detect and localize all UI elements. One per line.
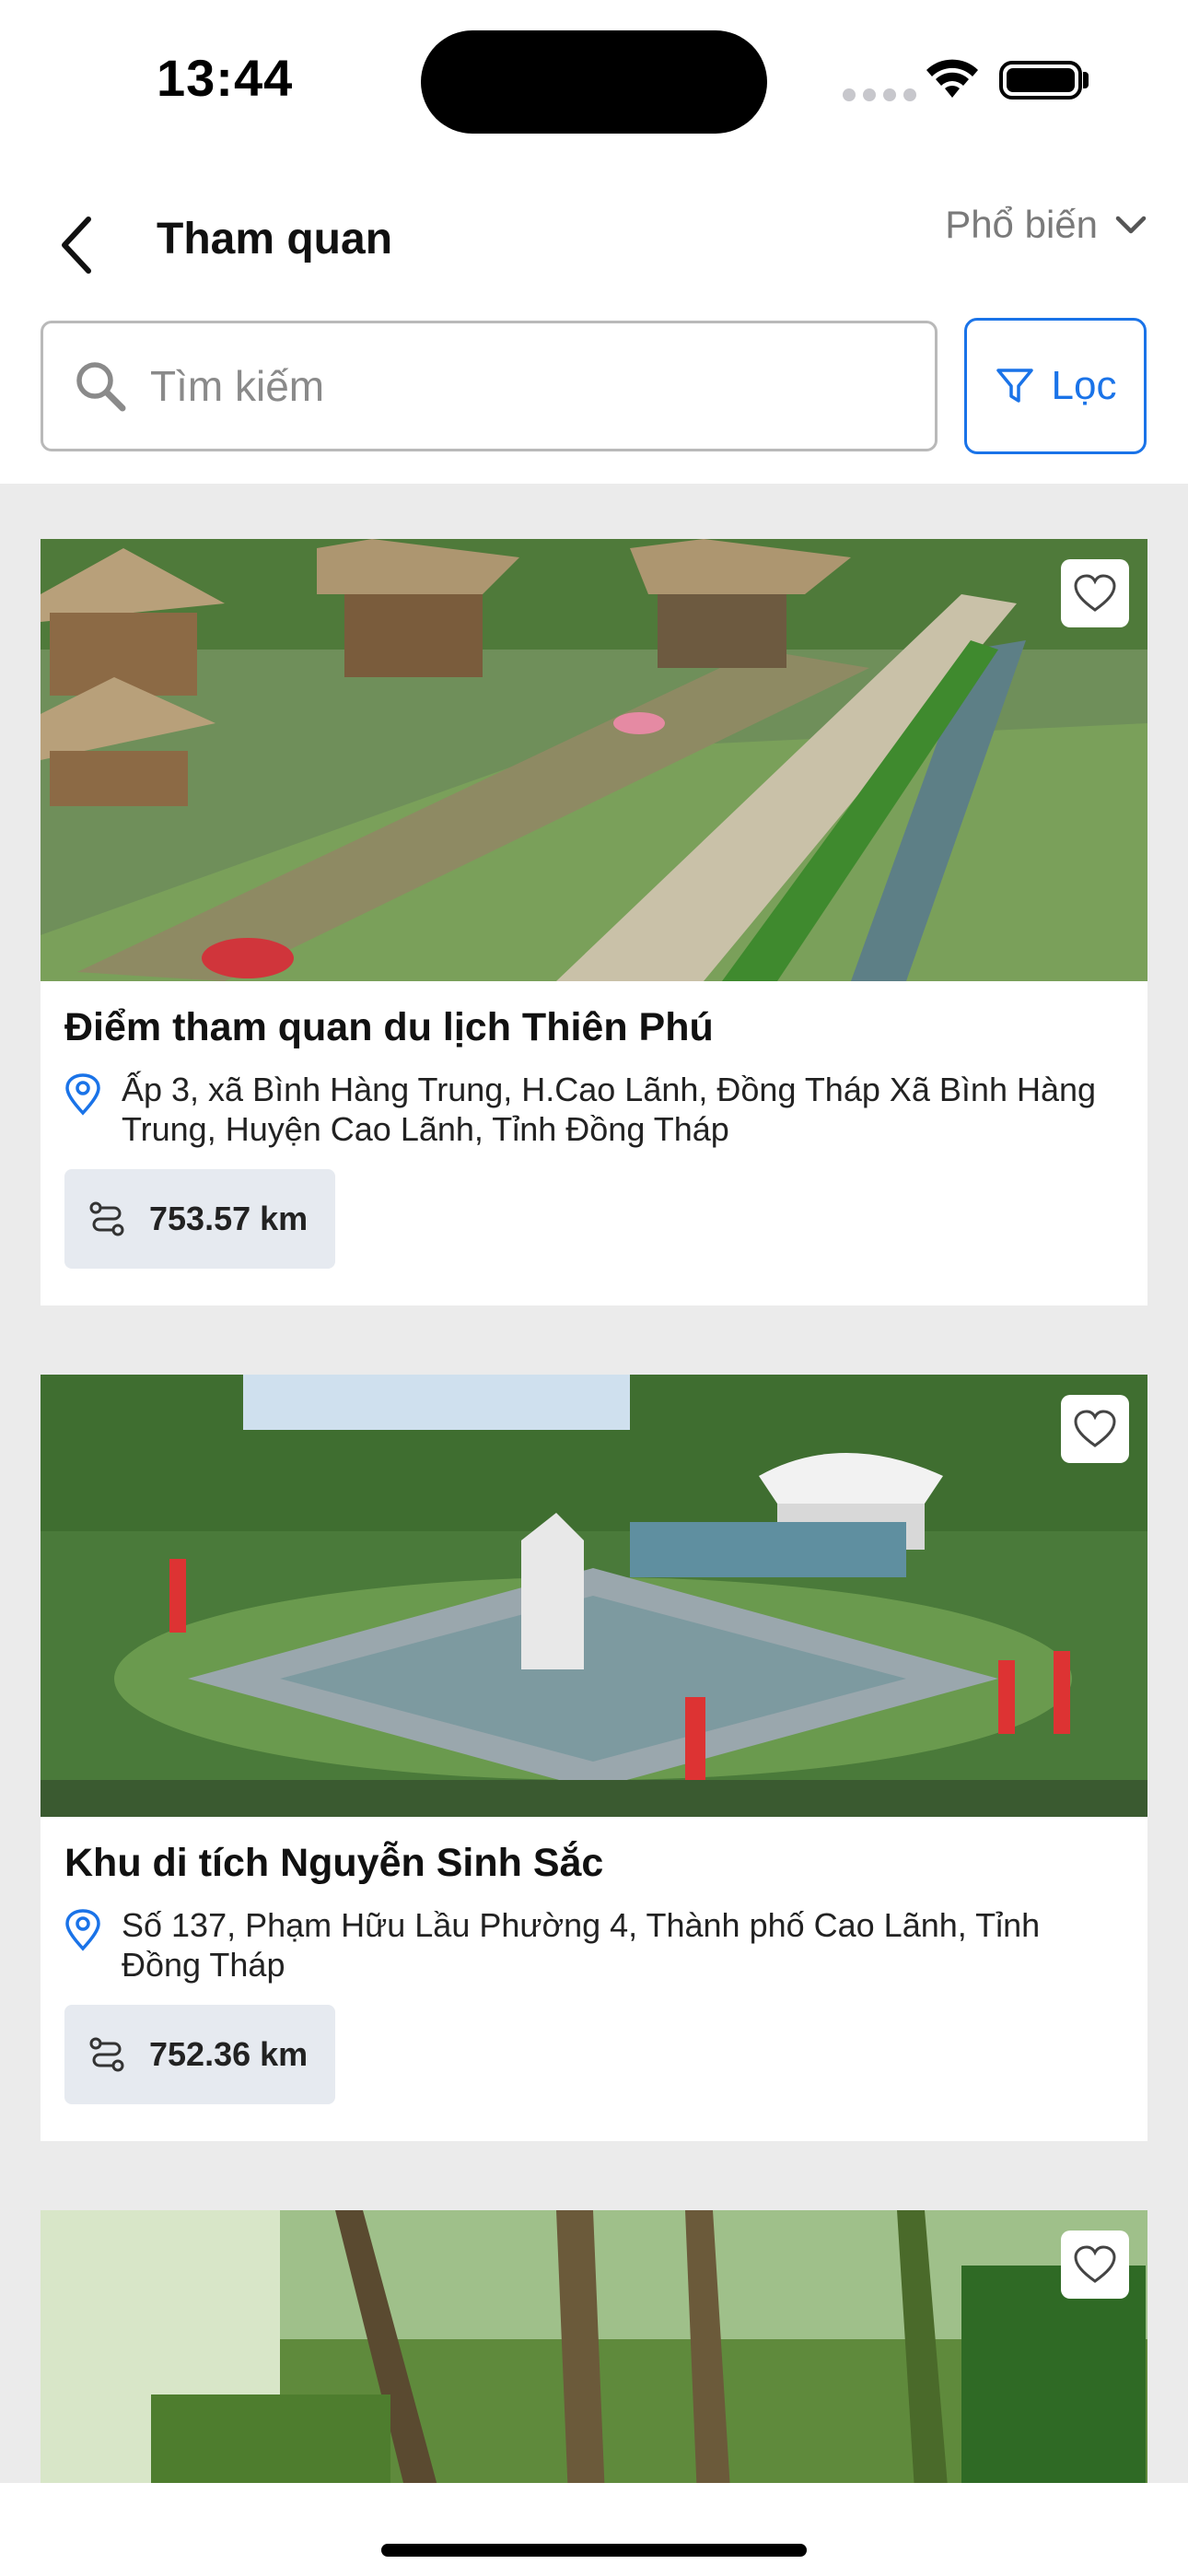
place-card-body: Khu di tích Nguyễn Sinh Sắc Số 137, Phạm… [41,1817,1147,2141]
place-image [41,1375,1147,1817]
cellular-signal-icon [843,88,916,101]
chevron-down-icon [1115,216,1147,234]
search-icon [76,362,126,412]
sort-dropdown[interactable]: Phổ biến [945,203,1147,247]
home-indicator-area [0,2483,1188,2576]
filter-button[interactable]: Lọc [964,318,1147,454]
wifi-icon [926,59,978,98]
favorite-button[interactable] [1061,1395,1129,1463]
favorite-button[interactable] [1061,2231,1129,2299]
dynamic-island [421,30,767,134]
distance-value: 753.57 km [149,1200,309,1237]
route-icon [89,1201,124,1236]
place-address: Ấp 3, xã Bình Hàng Trung, H.Cao Lãnh, Đồ… [64,1070,1124,1149]
battery-icon [999,61,1082,100]
place-image [41,2210,1147,2483]
search-input[interactable]: Tìm kiếm [41,321,938,451]
places-list[interactable]: Điểm tham quan du lịch Thiên Phú Ấp 3, x… [0,484,1188,2483]
place-card[interactable]: Khu di tích Nguyễn Sinh Sắc Số 137, Phạm… [41,1375,1147,2141]
status-bar: 13:44 [0,0,1188,157]
distance-value: 752.36 km [149,2035,309,2073]
heart-icon [1074,574,1116,612]
distance-chip: 753.57 km [64,1169,336,1269]
location-pin-icon [65,1073,100,1116]
place-address: Số 137, Phạm Hữu Lầu Phường 4, Thành phố… [64,1905,1124,1985]
heart-icon [1074,2245,1116,2283]
place-card[interactable]: Điểm tham quan du lịch Thiên Phú Ấp 3, x… [41,539,1147,1306]
place-address-text: Số 137, Phạm Hữu Lầu Phường 4, Thành phố… [122,1906,1041,1984]
page-title: Tham quan [157,215,393,263]
distance-chip: 752.36 km [64,2005,336,2104]
heart-icon [1074,1410,1116,1447]
place-title: Điểm tham quan du lịch Thiên Phú [64,1005,714,1049]
back-icon [62,217,91,274]
place-image [41,539,1147,981]
status-time: 13:44 [157,49,294,107]
favorite-button[interactable] [1061,559,1129,627]
home-indicator[interactable] [381,2544,807,2557]
place-card[interactable] [41,2210,1147,2483]
back-button[interactable] [48,208,103,282]
filter-icon [996,369,1033,403]
route-icon [89,2037,124,2072]
sort-label: Phổ biến [945,203,1098,246]
header: Tham quan Phổ biến Tìm kiếm Lọc [0,157,1188,484]
location-pin-icon [65,1909,100,1951]
battery-cap [1083,72,1089,88]
place-title: Khu di tích Nguyễn Sinh Sắc [64,1841,604,1885]
place-address-text: Ấp 3, xã Bình Hàng Trung, H.Cao Lãnh, Đồ… [122,1071,1097,1148]
place-card-body: Điểm tham quan du lịch Thiên Phú Ấp 3, x… [41,981,1147,1306]
search-placeholder: Tìm kiếm [150,362,325,410]
filter-label: Lọc [1051,363,1117,408]
